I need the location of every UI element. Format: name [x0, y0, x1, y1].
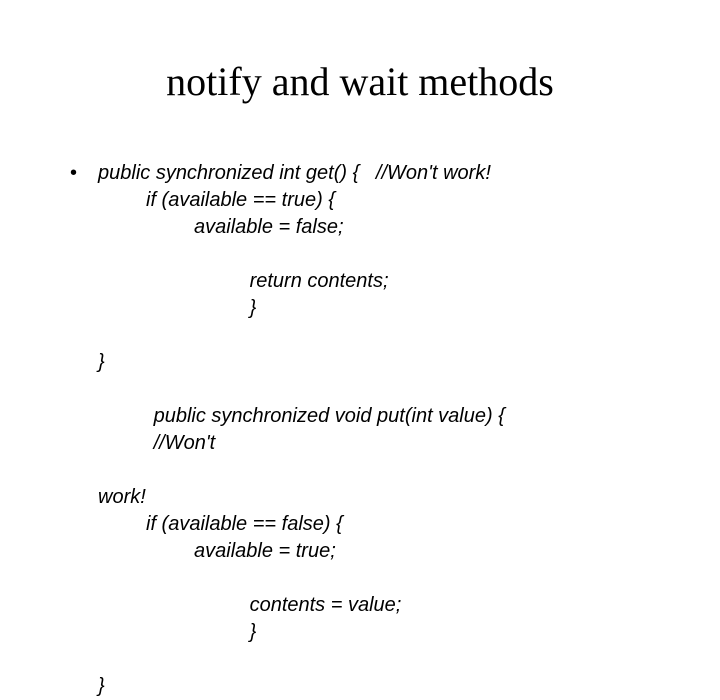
code-line: if (available == true) { [98, 187, 670, 214]
code-text: public synchronized void put(int value) … [154, 403, 564, 430]
code-line: } [70, 673, 670, 700]
code-text: contents = value; [250, 592, 450, 619]
code-line: public synchronized int get() { //Won't … [98, 160, 670, 187]
code-line: public synchronized void put(int value) … [98, 376, 670, 484]
bullet-item: • public synchronized int get() { //Won'… [70, 160, 670, 673]
comment-text: //Won't [154, 432, 216, 454]
closing-brace: } [250, 297, 257, 319]
code-line: contents = value; } [98, 565, 670, 673]
closing-brace: } [250, 621, 257, 643]
slide-title: notify and wait methods [0, 58, 720, 105]
slide: notify and wait methods • public synchro… [0, 0, 720, 540]
code-line: } [98, 349, 670, 376]
code-line: return contents; } [98, 241, 670, 349]
code-line: available = false; [98, 214, 670, 241]
code-text: return contents; [250, 268, 490, 295]
code-block: public synchronized int get() { //Won't … [98, 160, 670, 673]
code-line: work! [98, 484, 670, 511]
slide-body: • public synchronized int get() { //Won'… [70, 160, 670, 700]
code-line: available = true; [98, 538, 670, 565]
code-line: if (available == false) { [98, 511, 670, 538]
bullet-marker: • [70, 160, 98, 673]
